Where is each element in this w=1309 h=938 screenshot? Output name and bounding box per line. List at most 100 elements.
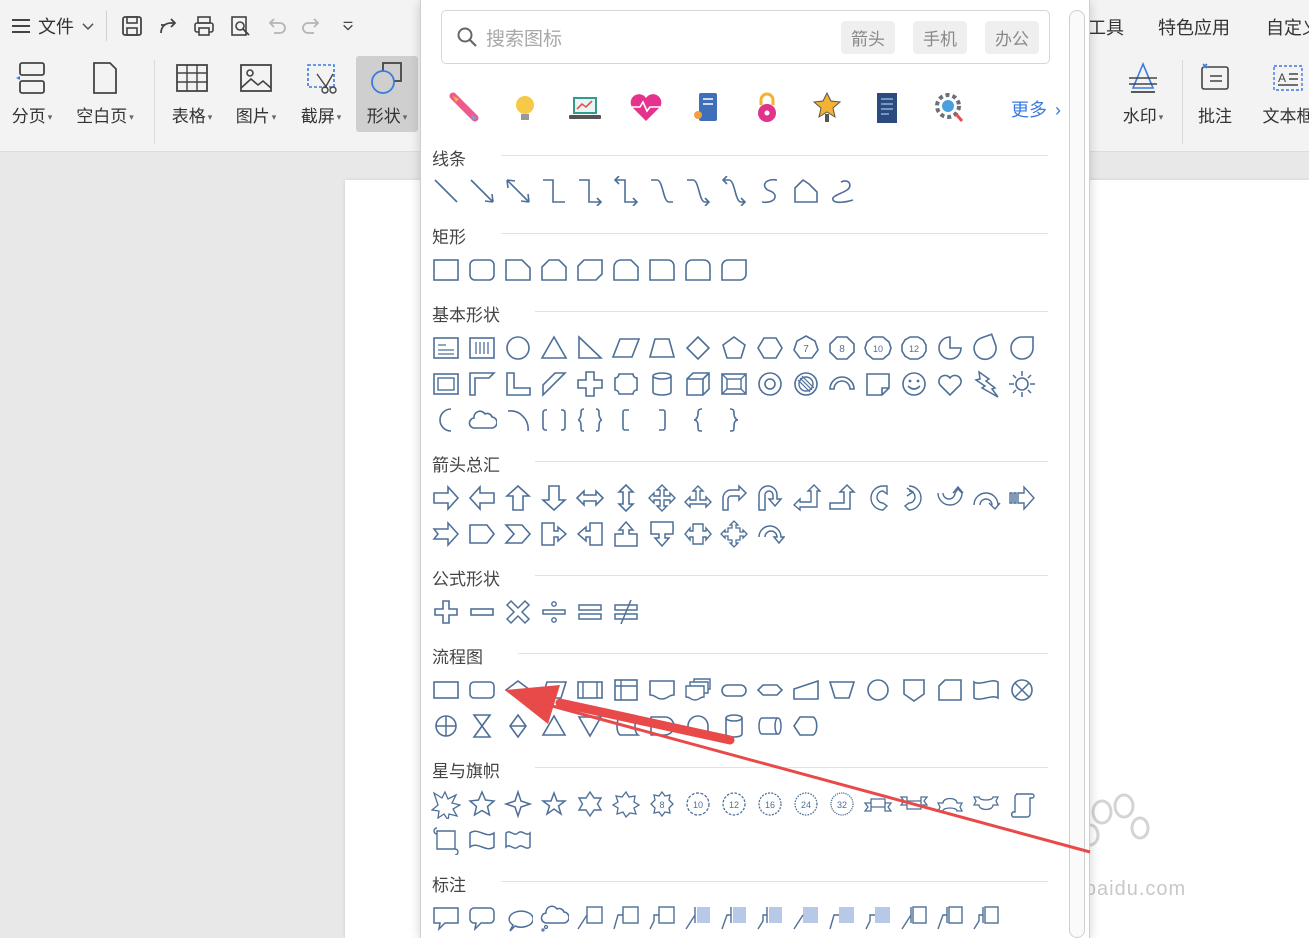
- flowchart-alternate-process-shape-icon[interactable]: [467, 675, 497, 705]
- four-point-star-shape-icon[interactable]: [503, 789, 533, 819]
- rounded-rectangle-shape-icon[interactable]: [467, 255, 497, 285]
- trophy-icon[interactable]: [807, 88, 847, 128]
- flowchart-delay-shape-icon[interactable]: [647, 711, 677, 741]
- accent-border-callout-2-shape-icon[interactable]: [935, 903, 965, 933]
- right-bracket-shape-icon[interactable]: [647, 405, 677, 435]
- left-brace-shape-icon[interactable]: [683, 405, 713, 435]
- file-menu[interactable]: 文件: [10, 13, 96, 39]
- up-ribbon-shape-icon[interactable]: [863, 789, 893, 819]
- double-bracket-shape-icon[interactable]: [539, 405, 569, 435]
- rectangle-shape-icon[interactable]: [431, 255, 461, 285]
- panel-scrollbar[interactable]: [1067, 0, 1087, 938]
- laptop-chart-icon[interactable]: [565, 88, 605, 128]
- double-wave-shape-icon[interactable]: [503, 825, 533, 855]
- textbox-shape-icon[interactable]: [431, 333, 461, 363]
- save-button[interactable]: [117, 11, 147, 41]
- flowchart-manual-operation-shape-icon[interactable]: [827, 675, 857, 705]
- thirtytwo-point-star-shape-icon[interactable]: 32: [827, 789, 857, 819]
- curved-connector-shape-icon[interactable]: [647, 176, 677, 206]
- elbow-arrow-connector-shape-icon[interactable]: [575, 176, 605, 206]
- u-turn-arrow-shape-icon[interactable]: [755, 483, 785, 513]
- tag-phone[interactable]: 手机: [913, 20, 967, 54]
- flowchart-direct-access-storage-shape-icon[interactable]: [755, 711, 785, 741]
- border-callout-3-shape-icon[interactable]: [863, 903, 893, 933]
- custom-tab[interactable]: 自定义: [1266, 14, 1309, 40]
- notched-right-arrow-shape-icon[interactable]: [431, 519, 461, 549]
- flowchart-sequential-storage-shape-icon[interactable]: [683, 711, 713, 741]
- dodecagon-shape-icon[interactable]: 12: [899, 333, 929, 363]
- flowchart-extract-shape-icon[interactable]: [539, 711, 569, 741]
- lock-icon[interactable]: [747, 88, 787, 128]
- heart-shape-icon[interactable]: [935, 369, 965, 399]
- up-arrow-callout-shape-icon[interactable]: [611, 519, 641, 549]
- notebook-icon[interactable]: [687, 88, 727, 128]
- gear-search-icon[interactable]: [929, 88, 969, 128]
- flowchart-multidocument-shape-icon[interactable]: [683, 675, 713, 705]
- explosion-shape-icon[interactable]: [431, 789, 461, 819]
- ten-point-star-shape-icon[interactable]: 10: [683, 789, 713, 819]
- donut-shape-icon[interactable]: [755, 369, 785, 399]
- flowchart-magnetic-disk-shape-icon[interactable]: [719, 711, 749, 741]
- flowchart-process-shape-icon[interactable]: [431, 675, 461, 705]
- five-point-star-shape-icon[interactable]: [467, 789, 497, 819]
- tools-tab[interactable]: 工具: [1088, 14, 1124, 40]
- flowchart-offpage-connector-shape-icon[interactable]: [899, 675, 929, 705]
- icon-search-box[interactable]: 搜索图标 箭头 手机 办公: [441, 10, 1050, 64]
- plaque-shape-icon[interactable]: [611, 369, 641, 399]
- flowchart-card-shape-icon[interactable]: [935, 675, 965, 705]
- flowchart-preparation-shape-icon[interactable]: [755, 675, 785, 705]
- flowchart-predefined-process-shape-icon[interactable]: [575, 675, 605, 705]
- curve-shape-icon[interactable]: [755, 176, 785, 206]
- six-point-star-shape-icon[interactable]: [575, 789, 605, 819]
- up-down-arrow-shape-icon[interactable]: [611, 483, 641, 513]
- tag-office[interactable]: 办公: [985, 20, 1039, 54]
- sixteen-point-star-shape-icon[interactable]: 16: [755, 789, 785, 819]
- trapezoid-shape-icon[interactable]: [647, 333, 677, 363]
- down-arrow-shape-icon[interactable]: [539, 483, 569, 513]
- quad-arrow-shape-icon[interactable]: [647, 483, 677, 513]
- divide-shape-icon[interactable]: [539, 597, 569, 627]
- table-button[interactable]: 表格 ▾: [166, 56, 218, 138]
- triangle-shape-icon[interactable]: [539, 333, 569, 363]
- down-ribbon-shape-icon[interactable]: [899, 789, 929, 819]
- pie-shape-icon[interactable]: [935, 333, 965, 363]
- special-apps-tab[interactable]: 特色应用: [1158, 14, 1230, 40]
- print-button[interactable]: [189, 11, 219, 41]
- chevron-shape-icon[interactable]: [503, 519, 533, 549]
- flowchart-merge-shape-icon[interactable]: [575, 711, 605, 741]
- left-up-arrow-shape-icon[interactable]: [791, 483, 821, 513]
- flowchart-decision-shape-icon[interactable]: [503, 675, 533, 705]
- rocket-icon[interactable]: [445, 88, 485, 128]
- eight-point-star-shape-icon[interactable]: 8: [647, 789, 677, 819]
- l-shape-icon[interactable]: [503, 369, 533, 399]
- border-callout-1-shape-icon[interactable]: [791, 903, 821, 933]
- plus-shape-icon[interactable]: [431, 597, 461, 627]
- accent-border-callout-1-shape-icon[interactable]: [899, 903, 929, 933]
- cross-shape-icon[interactable]: [575, 369, 605, 399]
- bent-arrow-shape-icon[interactable]: [719, 483, 749, 513]
- panel-scrollbar-thumb[interactable]: [1069, 10, 1085, 938]
- shape-button[interactable]: 形状 ▾: [356, 56, 418, 132]
- quad-arrow-callout-shape-icon[interactable]: [719, 519, 749, 549]
- flowchart-collate-shape-icon[interactable]: [467, 711, 497, 741]
- flowchart-sort-shape-icon[interactable]: [503, 711, 533, 741]
- double-brace-shape-icon[interactable]: [575, 405, 605, 435]
- can-shape-icon[interactable]: [647, 369, 677, 399]
- accent-callout-3-shape-icon[interactable]: [755, 903, 785, 933]
- undo-button[interactable]: [261, 11, 291, 41]
- parallelogram-shape-icon[interactable]: [611, 333, 641, 363]
- line-callout-3-shape-icon[interactable]: [647, 903, 677, 933]
- left-right-up-arrow-shape-icon[interactable]: [683, 483, 713, 513]
- rounded-rectangular-callout-shape-icon[interactable]: [467, 903, 497, 933]
- scribble-shape-icon[interactable]: [827, 176, 857, 206]
- down-arrow-callout-shape-icon[interactable]: [647, 519, 677, 549]
- no-symbol-shape-icon[interactable]: [791, 369, 821, 399]
- hexagon-shape-icon[interactable]: [755, 333, 785, 363]
- curved-double-arrow-shape-icon[interactable]: [719, 176, 749, 206]
- redo-button[interactable]: [297, 11, 327, 41]
- freeform-shape-icon[interactable]: [791, 176, 821, 206]
- page-break-button[interactable]: 分页 ▾: [6, 56, 58, 138]
- curved-right-arrow-shape-icon[interactable]: [863, 483, 893, 513]
- minus-shape-icon[interactable]: [467, 597, 497, 627]
- teardrop-shape-icon[interactable]: [971, 333, 1001, 363]
